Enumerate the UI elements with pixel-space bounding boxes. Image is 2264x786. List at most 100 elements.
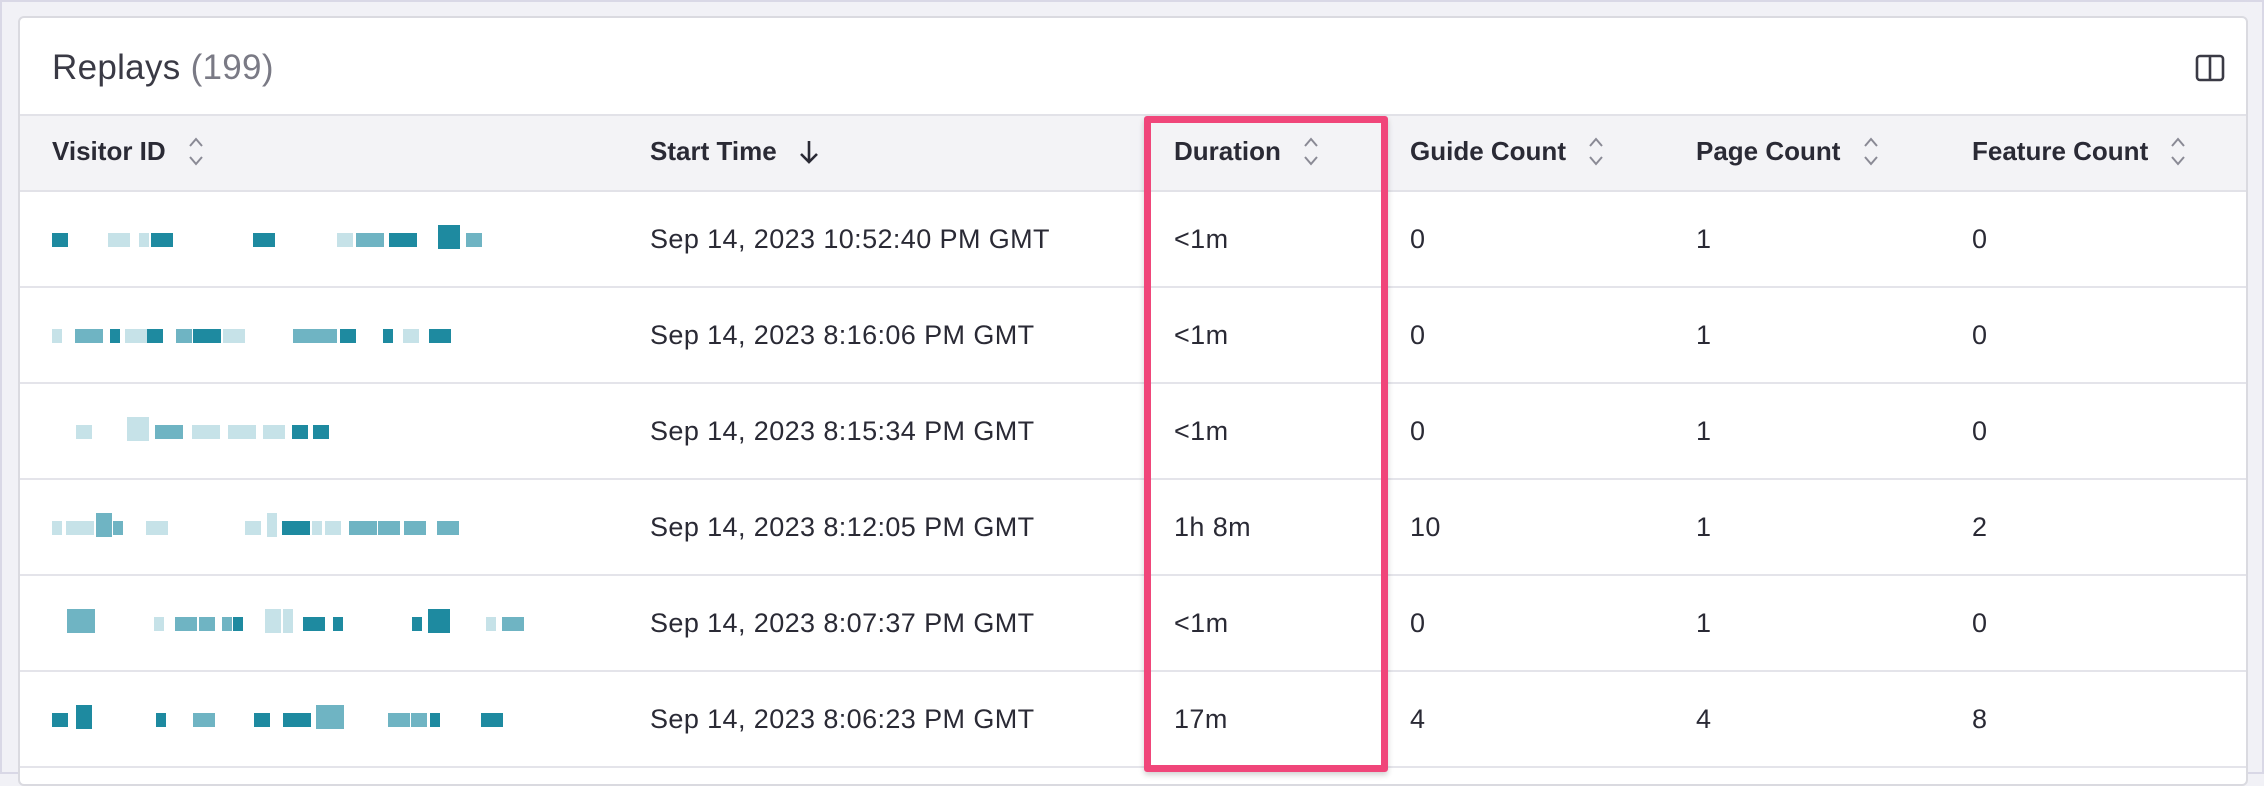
duration-cell: <1m	[1142, 383, 1378, 480]
visitor-id-cell[interactable]	[20, 383, 618, 480]
redaction-block	[429, 329, 451, 343]
redaction-block	[193, 713, 215, 727]
redaction-block	[176, 329, 192, 343]
title-text: Replays	[52, 48, 181, 87]
redaction-block	[267, 513, 277, 537]
feature-count-cell: 0	[1940, 383, 2246, 480]
redaction-block	[340, 329, 356, 343]
window-frame: Replays (199) Visitor ID Start Time Dura…	[0, 0, 2264, 786]
column-label: Feature Count	[1972, 135, 2149, 166]
redaction-block	[127, 417, 149, 441]
table-row[interactable]: Sep 14, 2023 10:52:40 PM GMT <1m 0 1 0	[20, 191, 2246, 288]
redaction-block	[313, 425, 329, 439]
column-header-visitor-id[interactable]: Visitor ID	[20, 114, 618, 192]
redaction-block	[438, 225, 460, 249]
redaction-block	[222, 617, 232, 631]
guide-count-cell: 0	[1378, 575, 1664, 672]
redacted-visitor-id	[52, 699, 532, 739]
guide-count-cell: 4	[1378, 671, 1664, 768]
feature-count-cell: 2	[1940, 479, 2246, 576]
visitor-id-cell[interactable]	[20, 479, 618, 576]
redaction-block	[411, 713, 427, 727]
redaction-block	[76, 425, 92, 439]
sort-both-icon[interactable]	[1302, 133, 1320, 169]
redaction-block	[151, 233, 173, 247]
visitor-id-cell[interactable]	[20, 191, 618, 288]
column-label: Page Count	[1696, 135, 1841, 166]
redaction-block	[428, 609, 450, 633]
redaction-block	[228, 425, 256, 439]
card-header: Replays (199)	[20, 18, 2246, 116]
column-header-guide-count[interactable]: Guide Count	[1378, 114, 1664, 192]
page-count-cell: 1	[1664, 287, 1940, 384]
visitor-id-cell[interactable]	[20, 575, 618, 672]
redacted-visitor-id	[52, 219, 532, 259]
redaction-block	[303, 617, 325, 631]
redaction-block	[52, 329, 62, 343]
redaction-block	[316, 705, 344, 729]
redaction-block	[154, 617, 164, 631]
redacted-visitor-id	[52, 315, 532, 355]
redaction-block	[389, 233, 417, 247]
redaction-block	[156, 713, 166, 727]
sort-both-icon[interactable]	[187, 133, 205, 169]
redaction-block	[321, 329, 337, 343]
redaction-block	[223, 329, 245, 343]
feature-count-cell: 0	[1940, 287, 2246, 384]
guide-count-cell: 10	[1378, 479, 1664, 576]
duration-cell: 1h 8m	[1142, 479, 1378, 576]
redaction-block	[337, 233, 353, 247]
sort-both-icon[interactable]	[2169, 133, 2187, 169]
redaction-block	[282, 521, 310, 535]
duration-cell: <1m	[1142, 287, 1378, 384]
column-label: Duration	[1174, 135, 1281, 166]
column-header-feature-count[interactable]: Feature Count	[1940, 114, 2246, 192]
table-row[interactable]: Sep 14, 2023 8:12:05 PM GMT 1h 8m 10 1 2	[20, 479, 2246, 576]
column-header-start-time[interactable]: Start Time	[618, 114, 1142, 192]
feature-count-cell: 0	[1940, 575, 2246, 672]
redaction-block	[52, 521, 62, 535]
start-time-cell: Sep 14, 2023 10:52:40 PM GMT	[618, 191, 1142, 288]
start-time-cell: Sep 14, 2023 8:12:05 PM GMT	[618, 479, 1142, 576]
columns-panel-icon[interactable]	[2194, 52, 2226, 84]
table-row[interactable]: Sep 14, 2023 8:16:06 PM GMT <1m 0 1 0	[20, 287, 2246, 384]
sort-both-icon[interactable]	[1587, 133, 1605, 169]
replays-card: Replays (199) Visitor ID Start Time Dura…	[18, 16, 2248, 786]
redaction-block	[412, 617, 422, 631]
redaction-block	[403, 329, 419, 343]
redaction-block	[349, 521, 377, 535]
column-header-duration[interactable]: Duration	[1142, 114, 1378, 192]
redaction-block	[356, 233, 384, 247]
visitor-id-cell[interactable]	[20, 287, 618, 384]
duration-cell: <1m	[1142, 191, 1378, 288]
redaction-block	[430, 713, 440, 727]
redaction-block	[67, 609, 95, 633]
redaction-block	[502, 617, 524, 631]
redaction-block	[481, 713, 503, 727]
table-row[interactable]: Sep 14, 2023 8:06:23 PM GMT 17m 4 4 8	[20, 671, 2246, 768]
duration-cell: 17m	[1142, 671, 1378, 768]
page-title: Replays (199)	[52, 48, 274, 88]
sort-descending-icon[interactable]	[798, 133, 818, 169]
table-header-row: Visitor ID Start Time Duration Guide Cou…	[20, 114, 2246, 192]
column-label: Start Time	[650, 135, 777, 166]
table-row[interactable]: Sep 14, 2023 8:15:34 PM GMT <1m 0 1 0	[20, 383, 2246, 480]
redacted-visitor-id	[52, 507, 532, 547]
redaction-block	[378, 521, 400, 535]
redaction-block	[66, 521, 94, 535]
replay-count: (199)	[190, 48, 274, 87]
redaction-block	[147, 329, 163, 343]
sort-both-icon[interactable]	[1862, 133, 1880, 169]
start-time-cell: Sep 14, 2023 8:15:34 PM GMT	[618, 383, 1142, 480]
page-count-cell: 1	[1664, 575, 1940, 672]
redaction-block	[292, 425, 308, 439]
redaction-block	[139, 233, 149, 247]
redaction-block	[233, 617, 243, 631]
table-row[interactable]: Sep 14, 2023 8:07:37 PM GMT <1m 0 1 0	[20, 575, 2246, 672]
page-count-cell: 4	[1664, 671, 1940, 768]
column-header-page-count[interactable]: Page Count	[1664, 114, 1940, 192]
replays-table: Visitor ID Start Time Duration Guide Cou…	[20, 114, 2246, 768]
redaction-block	[254, 713, 270, 727]
visitor-id-cell[interactable]	[20, 671, 618, 768]
redaction-block	[75, 329, 103, 343]
